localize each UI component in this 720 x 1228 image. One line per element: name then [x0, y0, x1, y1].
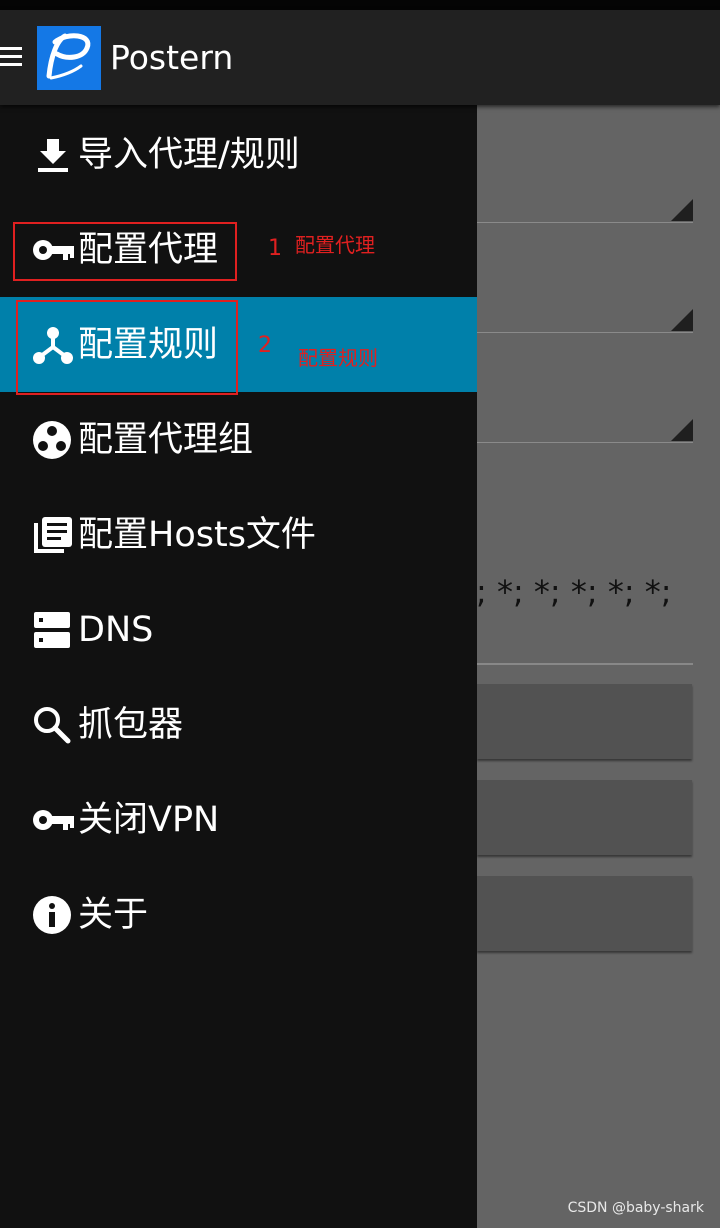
- drawer-item-configure-hosts[interactable]: 配置Hosts文件: [0, 487, 477, 582]
- status-bar: [0, 0, 720, 10]
- annotation-box-1: [13, 222, 237, 281]
- search-icon: [32, 705, 74, 745]
- dropdown-underline[interactable]: [477, 332, 693, 333]
- drawer-item-import[interactable]: 导入代理/规则: [0, 107, 477, 202]
- app-bar: Postern: [0, 10, 720, 105]
- annotation-box-2: [16, 300, 238, 395]
- background-button[interactable]: [477, 684, 692, 759]
- drawer-item-close-vpn[interactable]: 关闭VPN: [0, 772, 477, 867]
- drawer-item-label: 关闭VPN: [78, 800, 220, 840]
- annotation-label-2: 配置规则: [298, 346, 378, 370]
- group-circle-icon: [32, 420, 74, 460]
- annotation-number-1: 1: [268, 236, 282, 261]
- server-icon: [32, 610, 74, 650]
- background-button[interactable]: [477, 876, 692, 951]
- download-icon: [32, 135, 74, 175]
- drawer-item-label: 配置Hosts文件: [78, 515, 316, 555]
- drawer-item-label: 配置代理组: [78, 420, 254, 460]
- dropdown-arrow-icon[interactable]: [671, 419, 693, 441]
- main-content: [477, 105, 720, 1228]
- text-field-underline: [477, 663, 693, 665]
- drawer-item-dns[interactable]: DNS: [0, 582, 477, 677]
- drawer-item-label: DNS: [78, 610, 154, 650]
- watermark: CSDN @baby-shark: [567, 1200, 704, 1216]
- info-icon: [32, 895, 74, 935]
- background-button[interactable]: [477, 780, 692, 855]
- key-icon: [32, 800, 74, 840]
- app-title: Postern: [110, 38, 234, 77]
- annotation-number-2: 2: [258, 333, 272, 358]
- drawer-item-about[interactable]: 关于: [0, 867, 477, 962]
- dropdown-arrow-icon[interactable]: [671, 309, 693, 331]
- drawer-item-label: 关于: [78, 895, 149, 935]
- drawer-item-label: 抓包器: [78, 705, 184, 745]
- menu-icon[interactable]: [0, 43, 22, 73]
- app-logo: [37, 26, 101, 90]
- drawer-item-packet-capture[interactable]: 抓包器: [0, 677, 477, 772]
- annotation-label-1: 配置代理: [295, 233, 375, 257]
- library-icon: [32, 515, 74, 555]
- background-text-field[interactable]: *; *; *; *; *; *;: [460, 573, 672, 611]
- drawer-item-configure-proxy-group[interactable]: 配置代理组: [0, 392, 477, 487]
- dropdown-underline[interactable]: [477, 222, 693, 223]
- dropdown-arrow-icon[interactable]: [671, 199, 693, 221]
- dropdown-underline[interactable]: [477, 442, 693, 443]
- drawer-item-label: 导入代理/规则: [78, 135, 300, 175]
